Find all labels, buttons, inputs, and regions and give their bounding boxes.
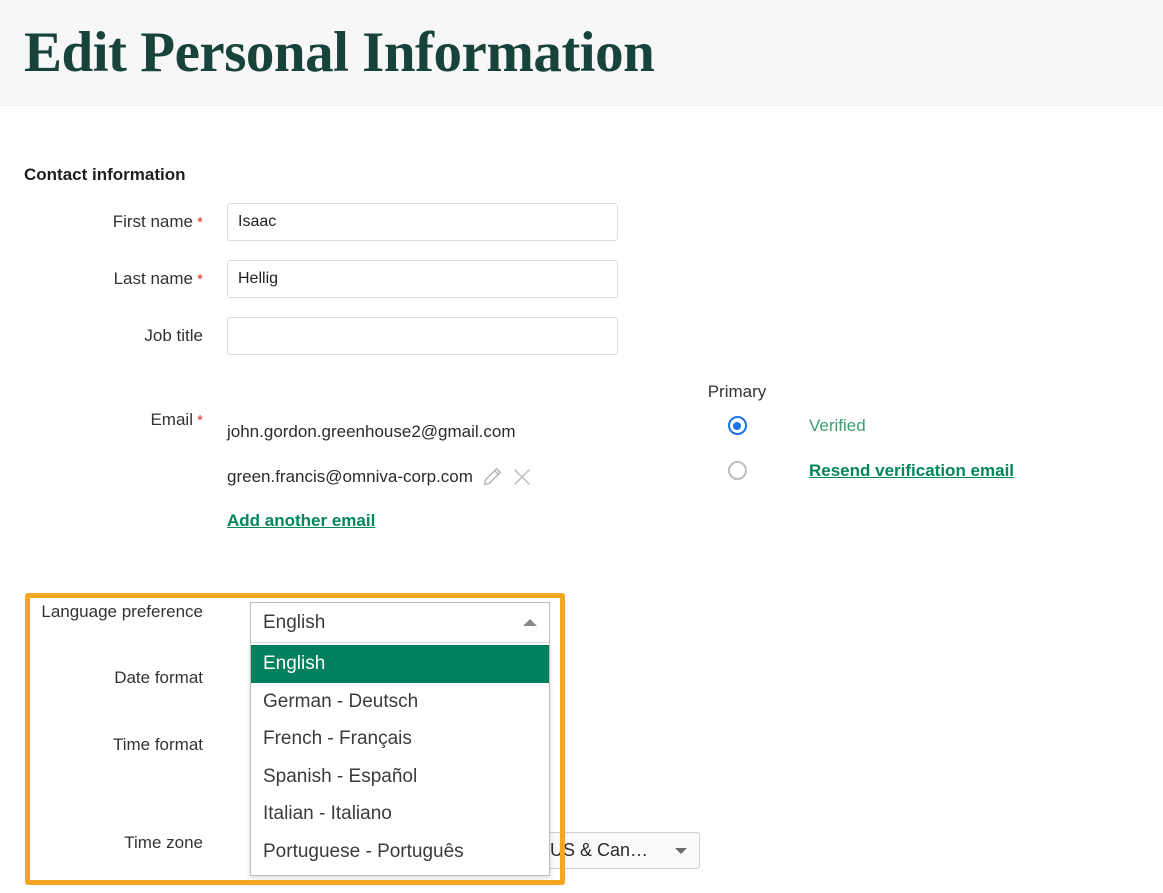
status-row-resend: Resend verification email <box>809 448 1014 493</box>
page-header: Edit Personal Information <box>0 0 1163 106</box>
email-row-actions <box>481 466 533 488</box>
email-status-column: Verified Resend verification email <box>787 381 1014 539</box>
primary-radio-wrapper <box>687 403 787 448</box>
required-asterisk: * <box>192 214 203 231</box>
primary-radio-wrapper <box>687 448 787 493</box>
language-option-portuguese[interactable]: Portuguese - Português <box>251 833 549 871</box>
add-another-email-row: Add another email <box>227 499 687 539</box>
status-badge-verified: Verified <box>809 415 866 435</box>
language-select-value: English <box>263 611 326 633</box>
language-option-french[interactable]: French - Français <box>251 721 549 759</box>
required-asterisk: * <box>192 271 203 288</box>
last-name-input[interactable] <box>227 260 618 298</box>
label-last-name-text: Last name <box>113 269 193 288</box>
add-another-email-link[interactable]: Add another email <box>227 511 375 531</box>
required-asterisk: * <box>192 412 203 429</box>
time-zone-select[interactable]: US & Can… <box>537 832 700 869</box>
language-preference-select: English English German - Deutsch French … <box>250 602 550 876</box>
section-title-contact-information: Contact information <box>24 165 186 184</box>
label-job-title: Job title <box>144 326 203 345</box>
label-email-text: Email <box>150 410 193 429</box>
primary-radio-omniva[interactable] <box>727 461 747 480</box>
language-select-menu: English German - Deutsch French - França… <box>250 643 550 876</box>
label-last-name: Last name * <box>24 260 227 299</box>
form-row-date-format: Date format <box>0 659 1100 726</box>
label-email: Email * <box>24 381 227 539</box>
language-option-italian[interactable]: Italian - Italiano <box>251 796 549 834</box>
label-first-name: First name * <box>24 203 227 242</box>
label-first-name-text: First name <box>112 212 193 231</box>
job-title-input[interactable] <box>227 317 618 355</box>
main-content: Contact information First name * Last na… <box>0 165 1163 539</box>
chevron-down-icon <box>675 847 687 854</box>
time-zone-select-value: US & Can… <box>550 840 649 860</box>
form-row-time-format: Time format <box>0 726 1100 793</box>
form-row-language-preference: Language preference <box>0 593 1100 659</box>
label-language-preference: Language preference <box>41 602 203 621</box>
primary-column-header: Primary <box>707 382 767 401</box>
page-title: Edit Personal Information <box>24 21 655 84</box>
close-icon[interactable] <box>511 466 533 488</box>
email-address: green.francis@omniva-corp.com <box>227 466 473 486</box>
email-address: john.gordon.greenhouse2@gmail.com <box>227 421 516 441</box>
resend-verification-email-link[interactable]: Resend verification email <box>809 461 1014 481</box>
language-option-english[interactable]: English <box>251 645 549 683</box>
email-row: john.gordon.greenhouse2@gmail.com <box>227 409 687 454</box>
primary-column: Primary <box>687 381 787 539</box>
email-block: Email * john.gordon.greenhouse2@gmail.co… <box>24 381 1163 539</box>
chevron-up-icon <box>523 619 537 626</box>
form-row-job-title: Job title <box>24 317 1163 355</box>
email-address-list: john.gordon.greenhouse2@gmail.com green.… <box>227 381 687 539</box>
first-name-input[interactable] <box>227 203 618 241</box>
form-row-first-name: First name * <box>24 203 1163 242</box>
label-date-format: Date format <box>114 668 203 687</box>
edit-pencil-icon[interactable] <box>481 466 503 488</box>
language-select-field[interactable]: English <box>250 602 550 643</box>
language-option-spanish[interactable]: Spanish - Español <box>251 758 549 796</box>
label-time-zone: Time zone <box>124 833 203 852</box>
primary-radio-gmail[interactable] <box>727 416 747 435</box>
label-time-format: Time format <box>112 735 203 754</box>
email-row: green.francis@omniva-corp.com <box>227 454 687 499</box>
status-row-verified: Verified <box>809 403 1014 448</box>
language-option-german[interactable]: German - Deutsch <box>251 683 549 721</box>
form-row-last-name: Last name * <box>24 260 1163 299</box>
